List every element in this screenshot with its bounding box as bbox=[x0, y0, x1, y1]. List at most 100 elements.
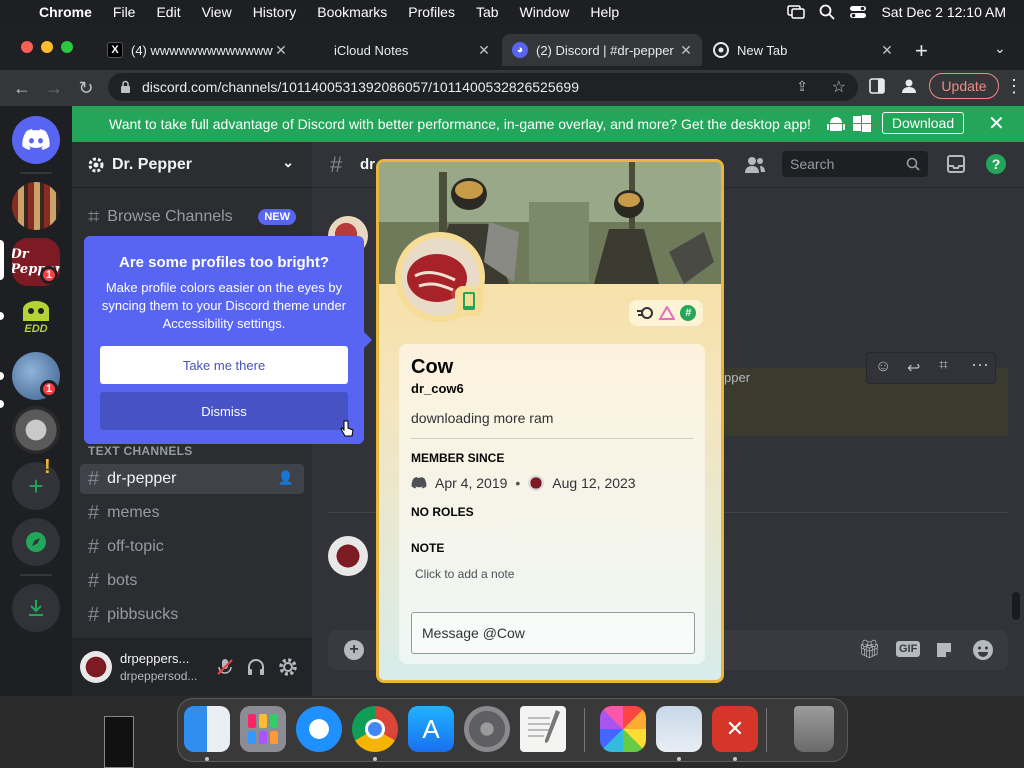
search-input[interactable]: Search bbox=[782, 151, 928, 177]
guild-header[interactable]: Dr. Pepper ⌄ bbox=[72, 142, 312, 188]
trash-icon[interactable] bbox=[794, 706, 834, 752]
new-tab-icon[interactable]: + bbox=[915, 38, 928, 64]
finder-icon[interactable] bbox=[184, 706, 230, 752]
address-url: discord.com/channels/1011400531392086057… bbox=[142, 79, 579, 95]
home-discord-icon[interactable] bbox=[12, 116, 60, 164]
reload-icon[interactable]: ↻ bbox=[74, 76, 98, 100]
chrome-menu-icon[interactable]: ⋮ bbox=[1005, 76, 1023, 97]
help-icon[interactable]: ? bbox=[986, 154, 1006, 174]
chrome-dock-icon[interactable] bbox=[352, 706, 398, 752]
channel-pibbsucks[interactable]: # pibbsucks bbox=[80, 600, 304, 630]
nitro-badge-icon[interactable] bbox=[658, 306, 675, 320]
menu-view[interactable]: View bbox=[202, 4, 232, 20]
chat-scrollbar[interactable] bbox=[1012, 592, 1020, 620]
profile-avatar-icon[interactable] bbox=[900, 77, 918, 95]
system-settings-icon[interactable] bbox=[464, 706, 510, 752]
control-center-icon[interactable] bbox=[849, 4, 867, 20]
browser-tab-icloud[interactable]: iCloud Notes ✕ bbox=[300, 34, 500, 66]
note-heading: NOTE bbox=[411, 541, 445, 555]
sticker-icon[interactable] bbox=[934, 640, 954, 660]
explore-compass-icon[interactable] bbox=[12, 518, 60, 566]
window-minimize-button[interactable] bbox=[41, 41, 53, 53]
gift-icon[interactable]: 🎁︎ bbox=[858, 639, 881, 660]
bookmark-star-icon[interactable]: ☆ bbox=[832, 77, 846, 97]
lock-icon[interactable] bbox=[120, 80, 131, 94]
desktop-thumbnail[interactable] bbox=[104, 716, 134, 768]
running-indicator bbox=[205, 757, 209, 761]
headphones-icon[interactable] bbox=[246, 657, 266, 677]
launchpad-icon[interactable] bbox=[240, 706, 286, 752]
remote-desktop-icon[interactable]: ✕ bbox=[712, 706, 758, 752]
safari-icon[interactable] bbox=[296, 706, 342, 752]
photos-icon[interactable] bbox=[600, 706, 646, 752]
window-zoom-button[interactable] bbox=[61, 41, 73, 53]
menu-edit[interactable]: Edit bbox=[156, 4, 180, 20]
close-banner-icon[interactable]: ✕ bbox=[988, 111, 1005, 136]
tab-search-chevron-icon[interactable]: ⌄ bbox=[994, 40, 1006, 57]
server-edd-icon[interactable]: EDD bbox=[12, 294, 60, 342]
chevron-down-icon[interactable]: ⌄ bbox=[282, 154, 294, 171]
menu-history[interactable]: History bbox=[253, 4, 297, 20]
channel-bots[interactable]: # bots bbox=[80, 566, 304, 596]
message-avatar[interactable] bbox=[328, 536, 368, 576]
share-icon[interactable]: ⇪ bbox=[796, 78, 808, 95]
gif-icon[interactable]: GIF bbox=[896, 641, 921, 657]
browser-tab-x[interactable]: X (4) wwwwwwwwwwwwwwwwww ✕ bbox=[97, 34, 297, 66]
tab-close-icon[interactable]: ✕ bbox=[879, 42, 895, 59]
menu-app-name[interactable]: Chrome bbox=[39, 4, 92, 20]
textedit-icon[interactable] bbox=[520, 706, 566, 752]
add-reaction-icon[interactable]: ☺ bbox=[875, 358, 891, 376]
back-arrow-icon[interactable]: ← bbox=[10, 76, 34, 100]
tab-close-icon[interactable]: ✕ bbox=[273, 42, 289, 59]
inbox-icon[interactable] bbox=[946, 154, 966, 174]
take-me-there-button[interactable]: Take me there bbox=[100, 346, 348, 384]
hashtag-badge-icon[interactable]: # bbox=[680, 305, 697, 321]
user-name[interactable]: drpeppers... bbox=[120, 651, 189, 666]
user-settings-gear-icon[interactable] bbox=[278, 657, 298, 677]
download-apps-icon[interactable] bbox=[12, 584, 60, 632]
channel-off-topic[interactable]: # off-topic bbox=[80, 532, 304, 562]
tab-close-icon[interactable]: ✕ bbox=[476, 42, 492, 59]
download-button[interactable]: Download bbox=[882, 112, 964, 134]
preview-icon[interactable] bbox=[656, 706, 702, 752]
menu-bookmarks[interactable]: Bookmarks bbox=[317, 4, 387, 20]
note-input[interactable]: Click to add a note bbox=[411, 567, 693, 581]
profile-username[interactable]: dr_cow6 bbox=[411, 381, 693, 396]
menu-file[interactable]: File bbox=[113, 4, 136, 20]
message-user-input[interactable]: Message @Cow bbox=[411, 612, 695, 654]
browse-channels[interactable]: ⌗ Browse Channels NEW bbox=[80, 202, 304, 232]
browser-tab-new[interactable]: New Tab ✕ bbox=[703, 34, 903, 66]
category-text-channels[interactable]: TEXT CHANNELS bbox=[88, 444, 193, 458]
side-panel-icon[interactable] bbox=[869, 78, 885, 94]
update-button[interactable]: Update bbox=[929, 73, 999, 99]
menu-help[interactable]: Help bbox=[590, 4, 619, 20]
dismiss-button[interactable]: Dismiss bbox=[100, 392, 348, 430]
channel-dr-pepper[interactable]: # dr-pepper 👤 bbox=[80, 464, 304, 494]
menubar-clock[interactable]: Sat Dec 2 12:10 AM bbox=[881, 4, 1006, 20]
tab-close-icon[interactable]: ✕ bbox=[678, 42, 694, 59]
app-store-icon[interactable]: A bbox=[408, 706, 454, 752]
emoji-icon[interactable] bbox=[972, 639, 994, 661]
server-1-icon[interactable] bbox=[12, 182, 60, 230]
create-thread-icon[interactable]: ⌗ bbox=[939, 357, 948, 375]
menu-tab[interactable]: Tab bbox=[476, 4, 499, 20]
window-close-button[interactable] bbox=[21, 41, 33, 53]
channel-memes[interactable]: # memes bbox=[80, 498, 304, 528]
forward-arrow-icon[interactable]: → bbox=[42, 76, 66, 100]
more-options-icon[interactable]: ⋯ bbox=[971, 355, 989, 376]
active-developer-badge-icon[interactable] bbox=[636, 306, 654, 320]
browser-tab-discord[interactable]: ◕ (2) Discord | #dr-pepper ✕ bbox=[502, 34, 702, 66]
dock-separator bbox=[584, 708, 585, 752]
reply-icon[interactable]: ↩ bbox=[907, 358, 920, 378]
attach-plus-icon[interactable]: + bbox=[344, 640, 364, 660]
menu-window[interactable]: Window bbox=[520, 4, 570, 20]
user-avatar[interactable] bbox=[80, 651, 112, 683]
muted-microphone-icon[interactable] bbox=[215, 657, 235, 677]
server-5-icon[interactable] bbox=[12, 406, 60, 454]
address-bar[interactable]: discord.com/channels/1011400531392086057… bbox=[108, 73, 858, 101]
invite-user-icon[interactable]: 👤 bbox=[278, 470, 294, 486]
menu-profiles[interactable]: Profiles bbox=[408, 4, 455, 20]
spotlight-search-icon[interactable] bbox=[819, 4, 836, 20]
screen-mirroring-icon[interactable] bbox=[787, 5, 806, 19]
member-list-icon[interactable] bbox=[744, 155, 766, 175]
